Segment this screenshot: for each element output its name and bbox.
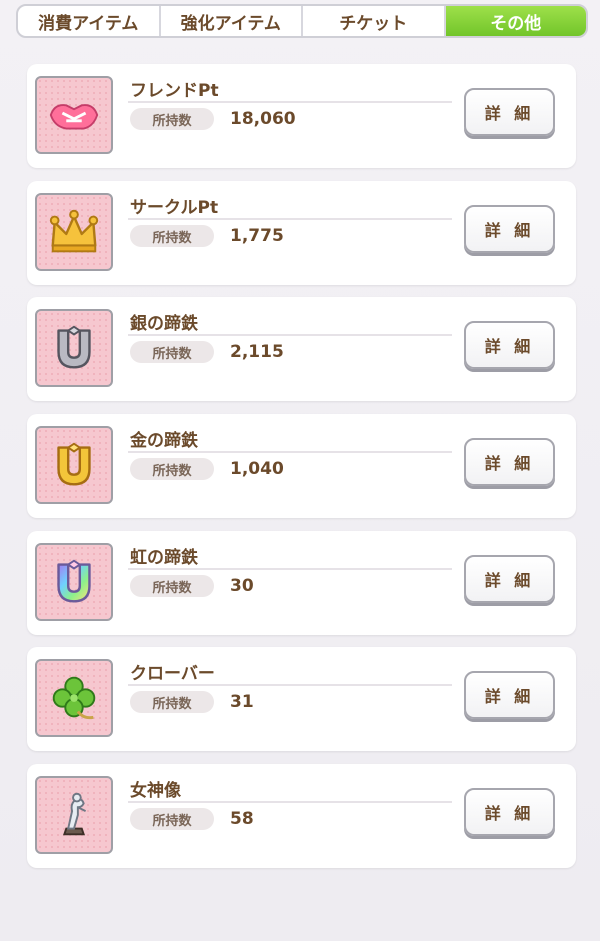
list-item: 金の蹄鉄 所持数 1,040 詳 細 — [27, 414, 576, 518]
list-item: 女神像 所持数 58 詳 細 — [27, 764, 576, 868]
list-item: クローバー 所持数 31 詳 細 — [27, 647, 576, 751]
tab-enhancement-items[interactable]: 強化アイテム — [161, 6, 303, 36]
silver-horseshoe-icon — [35, 309, 113, 387]
qty-value: 2,115 — [230, 342, 284, 362]
list-item: サークルPt 所持数 1,775 詳 細 — [27, 181, 576, 285]
detail-button[interactable]: 詳 細 — [464, 438, 555, 486]
list-item: 虹の蹄鉄 所持数 30 詳 細 — [27, 531, 576, 635]
item-name: 女神像 — [130, 781, 181, 801]
handshake-icon — [35, 76, 113, 154]
qty-value: 31 — [230, 692, 254, 712]
tab-other[interactable]: その他 — [445, 6, 586, 36]
detail-button[interactable]: 詳 細 — [464, 205, 555, 253]
qty-value: 18,060 — [230, 109, 296, 129]
qty-label: 所持数 — [130, 341, 214, 363]
item-name: フレンドPt — [130, 81, 219, 101]
qty-label: 所持数 — [130, 458, 214, 480]
category-tabs: 消費アイテム 強化アイテム チケット その他 — [16, 4, 588, 38]
gold-horseshoe-icon — [35, 426, 113, 504]
divider — [128, 684, 452, 686]
detail-button[interactable]: 詳 細 — [464, 671, 555, 719]
list-item: 銀の蹄鉄 所持数 2,115 詳 細 — [27, 297, 576, 401]
qty-label: 所持数 — [130, 808, 214, 830]
clover-icon — [35, 659, 113, 737]
detail-button[interactable]: 詳 細 — [464, 88, 555, 136]
qty-value: 58 — [230, 809, 254, 829]
item-name: サークルPt — [130, 198, 219, 218]
crown-icon — [35, 193, 113, 271]
divider — [128, 218, 452, 220]
divider — [128, 334, 452, 336]
qty-label: 所持数 — [130, 225, 214, 247]
list-item: フレンドPt 所持数 18,060 詳 細 — [27, 64, 576, 168]
detail-button[interactable]: 詳 細 — [464, 788, 555, 836]
qty-label: 所持数 — [130, 108, 214, 130]
item-name: 銀の蹄鉄 — [130, 314, 198, 334]
tab-tickets[interactable]: チケット — [303, 6, 446, 36]
qty-label: 所持数 — [130, 575, 214, 597]
qty-value: 1,775 — [230, 226, 284, 246]
detail-button[interactable]: 詳 細 — [464, 321, 555, 369]
divider — [128, 568, 452, 570]
detail-button[interactable]: 詳 細 — [464, 555, 555, 603]
item-name: 虹の蹄鉄 — [130, 548, 198, 568]
rainbow-horseshoe-icon — [35, 543, 113, 621]
item-name: 金の蹄鉄 — [130, 431, 198, 451]
tab-consumable-items[interactable]: 消費アイテム — [18, 6, 161, 36]
item-name: クローバー — [130, 664, 215, 684]
qty-value: 1,040 — [230, 459, 284, 479]
qty-label: 所持数 — [130, 691, 214, 713]
divider — [128, 101, 452, 103]
divider — [128, 801, 452, 803]
goddess-statue-icon — [35, 776, 113, 854]
qty-value: 30 — [230, 576, 254, 596]
divider — [128, 451, 452, 453]
